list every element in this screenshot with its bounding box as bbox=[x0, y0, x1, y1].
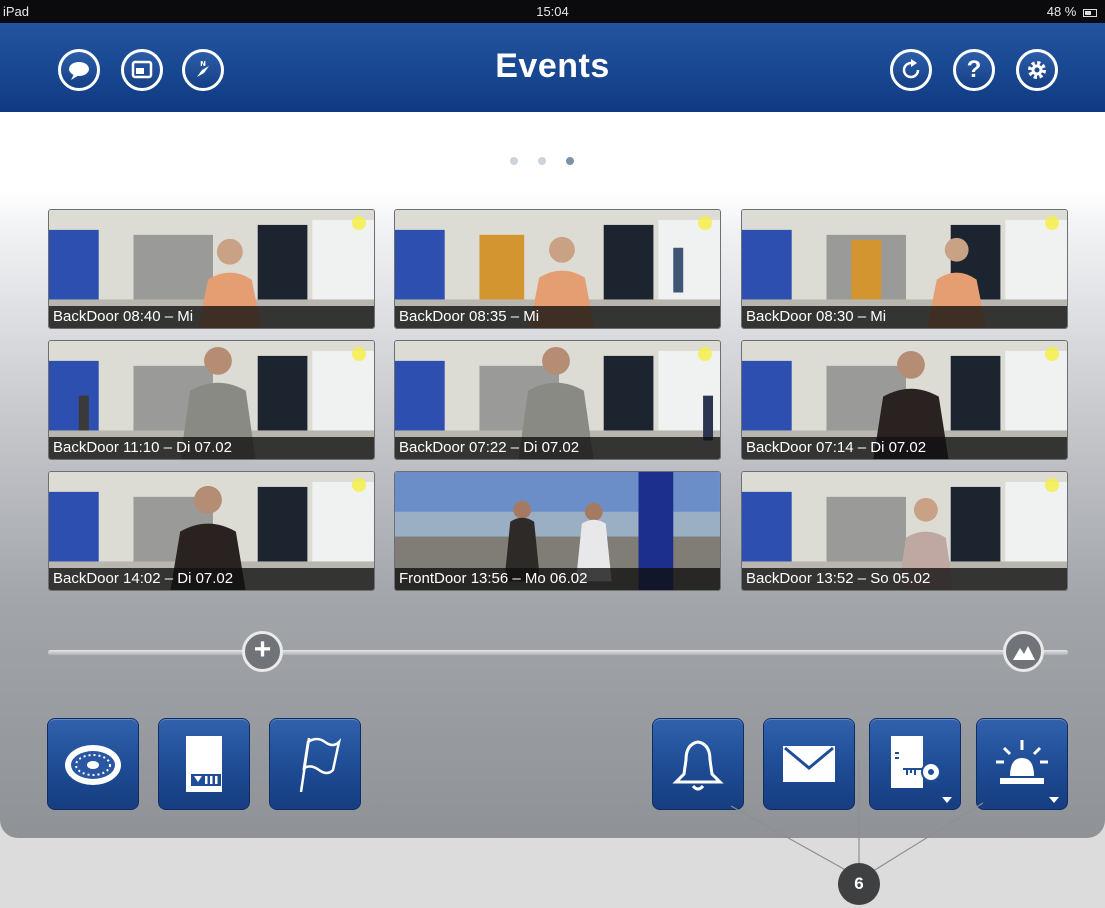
callout-badge: 6 bbox=[838, 863, 880, 905]
callout-lines bbox=[730, 760, 984, 874]
